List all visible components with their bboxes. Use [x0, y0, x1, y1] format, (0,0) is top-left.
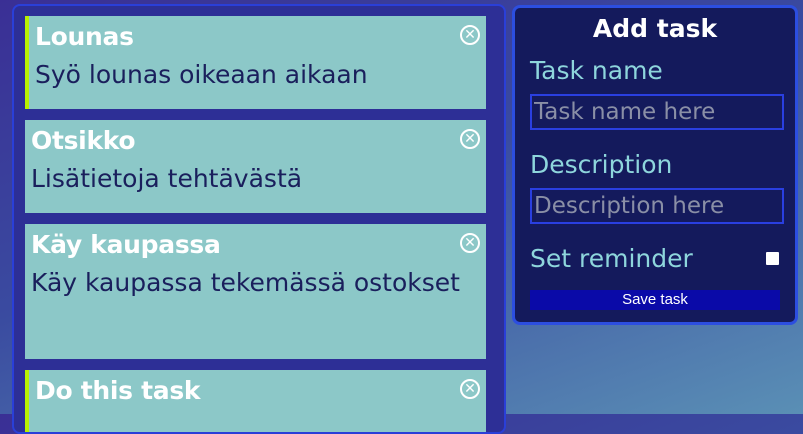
task-name-label: Task name [530, 56, 663, 85]
task-description: Syö lounas oikeaan aikaan [35, 60, 368, 89]
form-title: Add task [592, 14, 718, 43]
close-circle-icon[interactable]: ✕ [460, 25, 480, 45]
task-title: Lounas [35, 22, 134, 51]
task-description: Käy kaupassa tekemässä ostokset [31, 268, 460, 297]
close-circle-icon[interactable]: ✕ [460, 379, 480, 399]
task-description: Lisätietoja tehtävästä [31, 164, 303, 193]
task-item[interactable]: Do this task ✕ [25, 370, 486, 432]
task-item[interactable]: Käy kaupassa Käy kaupassa tekemässä osto… [25, 224, 486, 359]
close-circle-icon[interactable]: ✕ [460, 233, 480, 253]
save-task-button[interactable]: Save task [530, 290, 780, 310]
add-task-form: Add task Task name Description Set remin… [512, 5, 798, 325]
task-title: Käy kaupassa [31, 230, 221, 259]
task-title: Otsikko [31, 126, 136, 155]
set-reminder-label: Set reminder [530, 244, 693, 273]
task-list: Lounas Syö lounas oikeaan aikaan ✕ Otsik… [12, 4, 506, 434]
reminder-checkbox[interactable] [766, 252, 779, 265]
task-item[interactable]: Otsikko Lisätietoja tehtävästä ✕ [25, 120, 486, 213]
task-title: Do this task [35, 376, 201, 405]
close-circle-icon[interactable]: ✕ [460, 129, 480, 149]
description-input[interactable] [530, 188, 784, 224]
task-name-input[interactable] [530, 94, 784, 130]
description-label: Description [530, 150, 673, 179]
task-item[interactable]: Lounas Syö lounas oikeaan aikaan ✕ [25, 16, 486, 109]
